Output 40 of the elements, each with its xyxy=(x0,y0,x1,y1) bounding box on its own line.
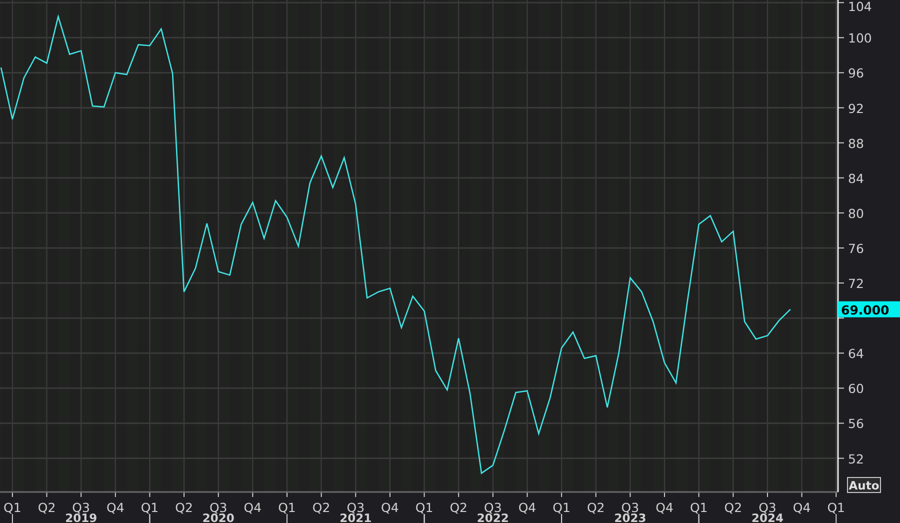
axis-tick-label: Q3 xyxy=(209,500,228,515)
axis-tick-label: 80 xyxy=(848,206,864,221)
axis-tick-label: Q4 xyxy=(518,500,536,515)
axis-tick-label: Q3 xyxy=(621,500,640,515)
axis-tick-label: Q3 xyxy=(72,500,90,515)
axis-tick-label: 104 xyxy=(848,0,872,14)
axis-tick-label: 52 xyxy=(848,451,864,466)
axis-tick-label: Q1 xyxy=(827,500,846,515)
axis-tick-label: Q1 xyxy=(4,500,22,515)
axis-tick-label: Q1 xyxy=(552,500,570,515)
axis-tick-label: Q1 xyxy=(140,500,159,515)
axis-tick-label: Q2 xyxy=(175,500,193,515)
axis-tick-label: 88 xyxy=(848,136,864,151)
axis-tick-label: 92 xyxy=(848,100,864,116)
axis-tick-label: Q1 xyxy=(278,500,296,515)
axis-tick-label: Q4 xyxy=(106,500,124,515)
axis-tick-label: 100 xyxy=(848,30,872,46)
axis-tick-label: Q4 xyxy=(244,500,262,515)
last-value-label: 69.000 xyxy=(838,301,900,318)
axis-tick-label: Q4 xyxy=(656,500,674,515)
axis-tick-label: Q2 xyxy=(450,500,468,515)
auto-button[interactable]: Auto xyxy=(847,477,881,493)
axis-tick-label: Q3 xyxy=(346,500,365,515)
axis-tick-label: Q2 xyxy=(724,500,742,515)
axis-tick-label: 60 xyxy=(848,381,864,396)
axis-tick-label: 72 xyxy=(848,276,864,292)
axis-tick-label: Q2 xyxy=(586,500,605,515)
axis-tick-label: Q4 xyxy=(381,500,399,515)
axis-tick-label: Q1 xyxy=(415,500,434,515)
axis-tick-label: 76 xyxy=(848,240,864,256)
axis-tick-label: Q1 xyxy=(690,500,708,515)
axis-tick-label: 96 xyxy=(848,66,864,81)
axis-tick-label: Q4 xyxy=(792,500,811,515)
axis-tick-label: 84 xyxy=(848,170,864,186)
axis-tick-label: Q3 xyxy=(758,500,776,515)
axis-tick-label: Q2 xyxy=(312,500,330,515)
axis-tick-label: Q3 xyxy=(484,500,502,515)
axis-tick-label: 56 xyxy=(848,416,864,432)
axis-tick-label: Q2 xyxy=(38,500,56,515)
axis-tick-label: 64 xyxy=(848,346,864,362)
